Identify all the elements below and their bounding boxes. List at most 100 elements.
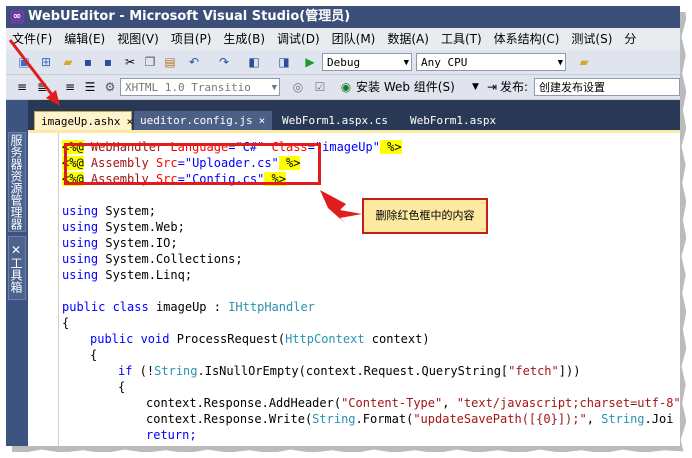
punctuation: {: [62, 316, 70, 330]
code-line-class-brace: {: [62, 315, 69, 331]
code-line-if: if (!String.IsNullOrEmpty(context.Reques…: [118, 363, 580, 379]
chevron-down-icon: ▼: [271, 83, 277, 93]
string-literal: "updateSavePath([{0}]);": [413, 412, 587, 426]
outdent-icon[interactable]: ≡: [62, 79, 78, 95]
code-text[interactable]: <%@ WebHandler Language="C#" Class="imag…: [62, 139, 680, 446]
editor-gutter: [28, 133, 59, 446]
doctype-combo[interactable]: XHTML 1.0 Transitio ▼: [120, 78, 280, 96]
code-line-using-collections: using System.Collections;: [62, 251, 243, 267]
open-folder-icon[interactable]: ▰: [60, 54, 76, 70]
keyword: using: [62, 252, 99, 266]
chevron-down-icon: ▼: [403, 58, 409, 68]
solution-config-value: Debug: [327, 56, 361, 69]
solution-platform-combo[interactable]: Any CPU ▼: [416, 53, 566, 71]
redo-icon[interactable]: ↷: [216, 54, 232, 70]
paste-icon[interactable]: ▤: [162, 54, 178, 70]
indent-icon[interactable]: ≣: [34, 79, 50, 95]
keyword: using: [62, 268, 99, 282]
menu-architecture[interactable]: 体系结构(C): [488, 32, 566, 46]
close-icon[interactable]: ×: [259, 114, 266, 127]
code-line-write: context.Response.Write(String.Format("up…: [146, 411, 673, 427]
web-component-icon[interactable]: ◉: [338, 79, 354, 95]
menu-data[interactable]: 数据(A): [381, 32, 435, 46]
start-debugging-icon[interactable]: ▶: [302, 54, 318, 70]
menu-project[interactable]: 项目(P): [165, 32, 218, 46]
menu-test[interactable]: 测试(S): [565, 32, 618, 46]
tab-label: imageUp.ashx: [41, 115, 121, 128]
doctype-value: XHTML 1.0 Transitio: [125, 81, 251, 94]
namespace: System.Linq;: [98, 268, 193, 282]
tab-webform1-aspx-cs[interactable]: WebForm1.aspx.cs: [276, 111, 396, 130]
publish-settings-combo[interactable]: 创建发布设置: [534, 78, 680, 96]
menu-edit[interactable]: 编辑(E): [58, 32, 111, 46]
tab-webform1-aspx[interactable]: WebForm1.aspx: [404, 111, 504, 130]
add-item-icon[interactable]: ⊞: [38, 54, 54, 70]
code-line-return: return;: [146, 427, 197, 443]
string-literal: "Content-Type": [341, 396, 443, 410]
tab-ueditor-config-js[interactable]: ueditor.config.js ×: [134, 111, 272, 130]
window-title: WebUEditor - Microsoft Visual Studio(管理员…: [28, 9, 351, 24]
string-literal: "fetch": [508, 364, 559, 378]
settings-icon[interactable]: ⚙: [102, 79, 118, 95]
menu-view[interactable]: 视图(V): [111, 32, 165, 46]
undo-icon[interactable]: ↶: [186, 54, 202, 70]
save-all-icon[interactable]: ▪: [100, 54, 116, 70]
menu-debug[interactable]: 调试(D): [271, 32, 326, 46]
code-line-method-decl: public void ProcessRequest(HttpContext c…: [90, 331, 430, 347]
punctuation: {: [90, 348, 98, 362]
menu-tools[interactable]: 工具(T): [435, 32, 488, 46]
keyword: public: [90, 332, 134, 346]
tab-label: WebForm1.aspx.cs: [282, 114, 388, 127]
toolbox-tab[interactable]: ✕工具箱: [8, 236, 26, 300]
code-line-using-linq: using System.Linq;: [62, 267, 192, 283]
tab-label: WebForm1.aspx: [410, 114, 497, 127]
namespace: System.Collections;: [98, 252, 243, 266]
cut-icon[interactable]: ✂: [122, 54, 138, 70]
chevron-down-icon[interactable]: ▼: [472, 79, 479, 95]
keyword: using: [62, 220, 99, 234]
punctuation: ,: [586, 412, 602, 426]
keyword: using: [62, 236, 99, 250]
code-line-class-decl: public class imageUp : IHttpHandler: [62, 299, 315, 315]
type-name: HttpContext: [285, 332, 365, 346]
namespace: System.IO;: [98, 236, 178, 250]
validate-icon[interactable]: ◎: [290, 79, 306, 95]
visual-studio-icon: ∞: [10, 10, 24, 24]
directive-close: %>: [379, 140, 402, 154]
web-toolbar: ≡ ≣ ≡ ☰ ⚙ XHTML 1.0 Transitio ▼ ◎ ☑ ◉ 安装 …: [6, 75, 680, 100]
navigate-forward-icon[interactable]: ◨: [276, 54, 292, 70]
menu-team[interactable]: 团队(M): [326, 32, 382, 46]
menu-bar: 文件(F) 编辑(E) 视图(V) 项目(P) 生成(B) 调试(D) 团队(M) 数据(A)…: [6, 28, 680, 50]
code-line-using-io: using System.IO;: [62, 235, 178, 251]
install-web-component-button[interactable]: 安装 Web 组件(S): [356, 79, 455, 95]
menu-file[interactable]: 文件(F): [6, 32, 58, 46]
find-in-files-icon[interactable]: ▰: [576, 54, 592, 70]
code-line-method-brace: {: [90, 347, 97, 363]
keyword: class: [105, 300, 149, 314]
check-icon[interactable]: ☑: [312, 79, 328, 95]
punctuation: ])): [558, 364, 581, 378]
toolbox-label: 工具箱: [9, 257, 23, 293]
menu-build[interactable]: 生成(B): [217, 32, 271, 46]
close-icon[interactable]: ×: [126, 115, 133, 128]
solution-config-combo[interactable]: Debug ▼: [322, 53, 412, 71]
comment-icon[interactable]: ☰: [82, 79, 98, 95]
save-icon[interactable]: ▪: [80, 54, 96, 70]
class-name: imageUp: [148, 300, 207, 314]
new-project-icon[interactable]: ▣: [16, 54, 32, 70]
server-explorer-tab[interactable]: 服务器资源管理器: [8, 132, 26, 232]
tab-label: ueditor.config.js: [140, 114, 253, 127]
parameter: context): [364, 332, 430, 346]
navigate-back-icon[interactable]: ◧: [246, 54, 262, 70]
type-name: String: [312, 412, 356, 426]
publish-icon[interactable]: ⇥: [484, 79, 500, 95]
copy-icon[interactable]: ❐: [142, 54, 158, 70]
code-line-using-system: using System;: [62, 203, 156, 219]
title-bar: ∞ WebUEditor - Microsoft Visual Studio(管理…: [6, 6, 680, 28]
tab-imageup-ashx[interactable]: imageUp.ashx ×: [34, 111, 133, 130]
string-literal: "text/javascript;charset=utf-8": [456, 396, 680, 410]
format-icon[interactable]: ≡: [14, 79, 30, 95]
punctuation: (!: [132, 364, 155, 378]
side-dock-panel: 服务器资源管理器 ✕工具箱: [6, 100, 28, 446]
menu-analyze[interactable]: 分: [618, 32, 642, 46]
